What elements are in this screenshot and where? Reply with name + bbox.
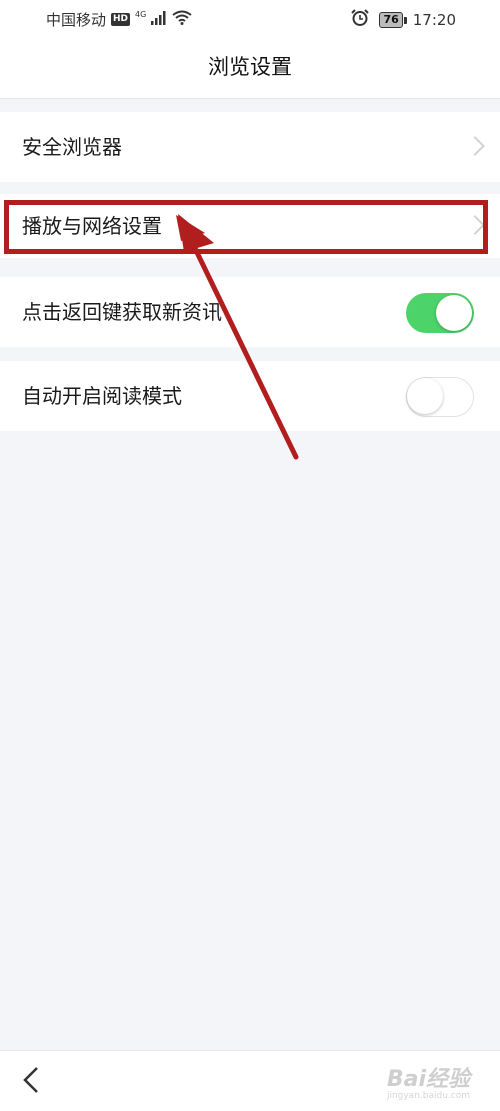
header: 浏览设置 [0,36,500,99]
watermark: Bai经验 [386,1067,470,1092]
network-type: 4G [135,10,147,19]
screen: 中国移动 HD 4G 76 17:20 浏览设置 安全浏览器 播放与网络设置 点… [0,0,500,1111]
watermark-sub: jingyan.baidu.com [386,1091,470,1101]
status-right: 76 17:20 [351,9,456,30]
page-title: 浏览设置 [208,55,292,79]
toggle-knob [436,295,472,331]
settings-item-label: 自动开启阅读模式 [22,384,182,408]
status-bar: 中国移动 HD 4G 76 17:20 [0,0,500,36]
back-button[interactable] [16,1065,46,1095]
settings-item-reading-mode: 自动开启阅读模式 [0,361,500,431]
hd-badge: HD [111,13,131,26]
carrier-name: 中国移动 [46,11,107,29]
battery-icon: 76 [379,11,408,28]
signal-icon [151,10,167,29]
alarm-icon [351,9,370,30]
chevron-right-icon [465,136,485,156]
chevron-right-icon [465,215,485,235]
settings-item-safe-browser[interactable]: 安全浏览器 [0,112,500,182]
back-key-news-toggle[interactable] [406,293,474,333]
settings-item-playback-network[interactable]: 播放与网络设置 [0,194,500,258]
chevron-left-icon [23,1067,38,1093]
toggle-knob [407,378,443,414]
settings-item-label: 安全浏览器 [22,135,122,159]
bottom-bar: Bai经验 jingyan.baidu.com [0,1050,500,1111]
status-left: 中国移动 HD 4G [46,9,192,30]
settings-item-label: 点击返回键获取新资讯 [22,300,222,324]
wifi-icon [172,10,192,29]
settings-item-label: 播放与网络设置 [22,214,162,238]
reading-mode-toggle[interactable] [406,377,474,417]
status-time: 17:20 [412,10,456,29]
settings-item-back-key-news: 点击返回键获取新资讯 [0,277,500,347]
